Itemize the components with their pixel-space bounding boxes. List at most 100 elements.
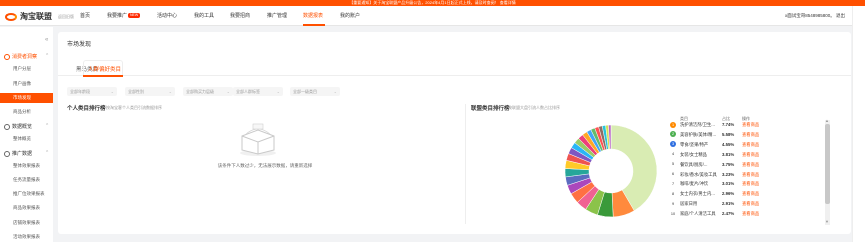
rank-badge: 8 — [671, 191, 675, 196]
right-card-title: 联盟类目排行榜 — [471, 106, 510, 112]
chevron-up-icon[interactable]: ⌃ — [45, 150, 49, 156]
view-products-link[interactable]: 查看商品 — [742, 209, 759, 218]
filter-age[interactable]: 全部年龄段 ⌄ — [67, 87, 117, 96]
nav-activity[interactable]: 活动中心 — [157, 6, 177, 26]
category-name: 居家日用 — [680, 201, 698, 207]
category-name: 彩妆/香水/美妆工具 — [680, 171, 717, 177]
new-badge: NEW — [128, 13, 141, 19]
brand-name: 淘宝联盟 — [20, 12, 52, 21]
filter-crowd-tag[interactable]: 全部人群标签 ⌄ — [233, 87, 283, 96]
sidebar-item-task-report[interactable]: 任务流量报表 — [0, 175, 53, 185]
category-name: 洗护清洁剂/卫生... — [680, 122, 715, 127]
share-value: 2.96% — [722, 191, 735, 197]
insight-icon — [4, 53, 10, 60]
page-title: 市场发现 — [67, 42, 92, 48]
table-row: 8 女士内衣/男士内... 2.96% 查看商品 — [670, 189, 820, 198]
category-name: 女士内衣/男士内... — [680, 191, 715, 197]
logo[interactable]: 淘宝联盟 返回旧版 — [5, 11, 74, 22]
nav-merchant[interactable]: 我要招商 — [230, 6, 250, 26]
share-value: 3.01% — [722, 181, 735, 187]
category-name: 咖啡/麦片/冲饮 — [680, 181, 709, 187]
sidebar-group-label: 推广数据 — [12, 151, 33, 157]
scrollbar-thumb[interactable] — [825, 124, 830, 204]
sidebar-item-adzone-report[interactable]: 推广位效果报表 — [0, 189, 53, 199]
sidebar-item-shop-report[interactable]: 店铺效果报表 — [0, 218, 53, 228]
filter-category[interactable]: 全部一级类目 ⌄ — [290, 87, 340, 96]
nav-home[interactable]: 首页 — [80, 6, 90, 26]
table-row: 1 洗护清洁剂/卫生... 7.74% 查看商品 — [670, 120, 820, 129]
empty-state-text: 该条件下人数过少，无法展示数据，请重新选择 — [217, 163, 313, 168]
view-products-link[interactable]: 查看商品 — [742, 170, 759, 179]
old-version-link[interactable]: 返回旧版 — [58, 14, 74, 20]
table-row: 2 美容护肤/美体/精... 5.58% 查看商品 — [670, 130, 820, 139]
sidebar-item-product-analysis[interactable]: 商品分析 — [0, 107, 53, 117]
left-card-subtitle: 按淘宝客个人类目引流数据排序 — [106, 105, 162, 110]
view-products-link[interactable]: 查看商品 — [742, 160, 759, 169]
chevron-up-icon[interactable]: ⌃ — [45, 53, 49, 59]
top-navigation: 淘宝联盟 返回旧版 首页 我要推广 NEW 活动中心 我的工具 我要招商 推广管理… — [0, 6, 865, 26]
filter-label: 全部购买力层级 — [186, 89, 214, 94]
scroll-down-icon[interactable]: ▼ — [825, 219, 829, 224]
sidebar-group-label: 数据概览 — [12, 124, 33, 130]
nav-promote-label: 我要推广 — [107, 13, 128, 19]
view-products-link[interactable]: 查看商品 — [742, 130, 759, 139]
sidebar-item-user-portrait[interactable]: 用户画像 — [0, 79, 53, 89]
category-name: 女装/女士精品 — [680, 151, 707, 157]
sidebar-item-activity-report[interactable]: 活动效果报表 — [0, 232, 53, 242]
nav-tools[interactable]: 我的工具 — [194, 6, 214, 26]
rank-badge: 5 — [671, 162, 675, 167]
table-row: 9 居家日用 2.91% 查看商品 — [670, 199, 820, 208]
table-row: 4 女装/女士精品 3.81% 查看商品 — [670, 150, 820, 159]
nav-reports[interactable]: 数据报表 — [303, 6, 323, 26]
view-products-link[interactable]: 查看商品 — [742, 199, 759, 208]
data-icon — [4, 150, 10, 157]
share-value: 2.91% — [722, 201, 735, 207]
chevron-up-icon[interactable]: ⌃ — [45, 123, 49, 129]
table-row: 5 餐饮具/厨房/... 3.75% 查看商品 — [670, 160, 820, 169]
sidebar-group-overview[interactable]: 数据概览 — [4, 123, 32, 130]
filter-purchasing-power[interactable]: 全部购买力层级 ⌄ — [183, 87, 233, 96]
sidebar-item-user-layering[interactable]: 用户分层 — [0, 64, 53, 74]
table-row: 10 家庭/个人清洁工具 2.47% 查看商品 — [670, 209, 820, 218]
sidebar-item-overall-overview[interactable]: 整体概览 — [0, 134, 53, 144]
category-name: 餐饮具/厨房/... — [680, 161, 708, 167]
share-value: 3.23% — [722, 171, 735, 177]
user-info[interactable]: x面试宝哥8548985800。 退出 — [785, 6, 845, 26]
nav-account[interactable]: 我的账户 — [340, 6, 360, 26]
nav-promote[interactable]: 我要推广 NEW — [107, 6, 141, 26]
filter-label: 全部人群标签 — [236, 89, 260, 94]
rank-badge: 4 — [671, 152, 675, 157]
brand-icon — [5, 12, 17, 21]
table-row: 6 彩妆/香水/美妆工具 3.23% 查看商品 — [670, 170, 820, 179]
tab-active-indicator — [83, 75, 123, 77]
table-row: 3 零食/坚果/特产 4.55% 查看商品 — [670, 140, 820, 149]
view-products-link[interactable]: 查看商品 — [742, 140, 759, 149]
tab-bar — [58, 60, 851, 76]
sidebar: « 消费者洞察 ⌃ 用户分层 用户画像 市场发现 商品分析 数据概览 ⌃ 整体概… — [0, 27, 53, 242]
view-products-link[interactable]: 查看商品 — [742, 179, 759, 188]
share-value: 7.74% — [722, 122, 735, 127]
chevron-down-icon: ⌄ — [333, 89, 337, 94]
view-products-link[interactable]: 查看商品 — [742, 189, 759, 198]
view-products-link[interactable]: 查看商品 — [742, 120, 759, 129]
collapse-sidebar-icon[interactable]: « — [45, 37, 48, 43]
sidebar-item-market-discovery[interactable]: 市场发现 — [0, 93, 53, 103]
empty-box-icon — [236, 120, 280, 163]
category-name: 家庭/个人清洁工具 — [680, 211, 716, 217]
filter-gender[interactable]: 全部性别 ⌄ — [125, 87, 175, 96]
scroll-up-icon[interactable]: ▲ — [825, 118, 829, 123]
sidebar-group-label: 消费者洞察 — [12, 54, 38, 60]
chevron-down-icon: ⌄ — [226, 89, 230, 94]
rank-badge: 10 — [670, 211, 676, 216]
sidebar-item-overall-report[interactable]: 整体效果报表 — [0, 161, 53, 171]
sidebar-item-product-report[interactable]: 商品效果报表 — [0, 203, 53, 213]
sidebar-group-promotion-data[interactable]: 推广数据 — [4, 150, 32, 157]
sidebar-group-consumer[interactable]: 消费者洞察 — [4, 53, 37, 60]
card-divider — [465, 104, 466, 224]
tab-crowd-preference[interactable]: 人群偏好类目 — [88, 65, 121, 73]
nav-manage[interactable]: 推广管理 — [267, 6, 287, 26]
left-card-title: 个人类目排行榜 — [67, 106, 106, 112]
view-products-link[interactable]: 查看商品 — [742, 150, 759, 159]
overview-icon — [4, 123, 10, 130]
filter-label: 全部性别 — [128, 89, 144, 94]
